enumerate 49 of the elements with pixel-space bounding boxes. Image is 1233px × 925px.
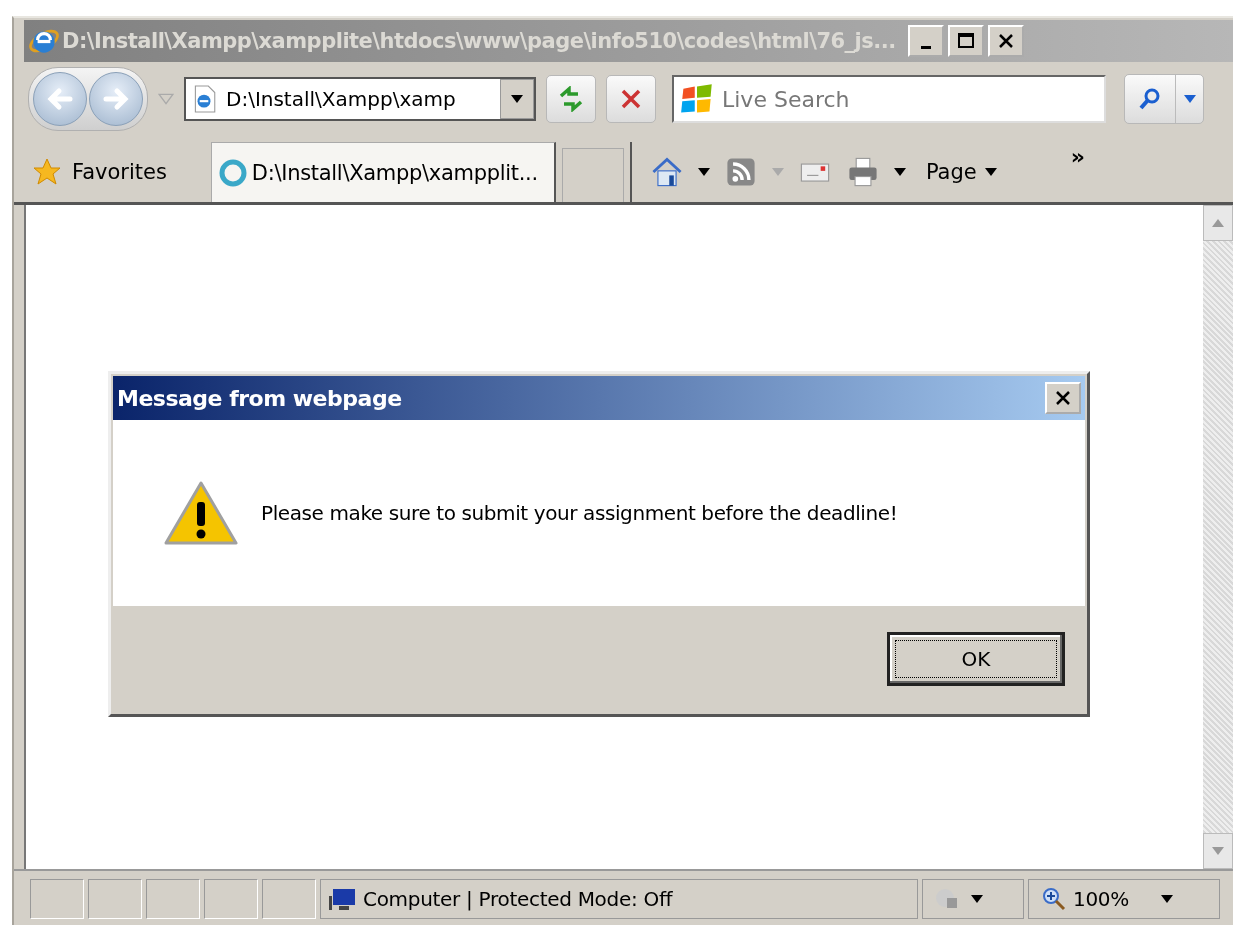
address-dropdown-button[interactable] [500,79,534,119]
close-button[interactable] [987,25,1024,57]
zone-text: Computer | Protected Mode: Off [363,887,673,911]
maximize-button[interactable] [947,25,984,57]
address-text: D:\Install\Xampp\xamp [226,87,457,111]
caret-icon [984,168,997,176]
refresh-button[interactable] [546,75,596,123]
caret-icon [1161,895,1173,903]
ring-icon [217,157,248,188]
stop-button[interactable] [606,75,656,123]
dialog-title: Message from webpage [117,385,402,411]
minimize-icon [920,45,931,49]
monitor-icon [327,886,357,912]
close-button[interactable] [1045,382,1081,414]
caret-icon[interactable] [971,895,983,903]
caret-icon[interactable] [697,168,710,176]
page-menu[interactable]: Page [925,160,997,184]
window-title: D:\Install\Xampp\xampplite\htdocs\www\page\info510\codes\html\76_js... [62,29,896,53]
status-pane [204,879,258,919]
warning-icon [163,480,239,546]
overflow-chevron[interactable]: » [1070,144,1085,169]
caret-icon [1183,95,1196,103]
status-pane [262,879,316,919]
star-icon [32,157,62,187]
scrollbar[interactable] [1203,205,1233,869]
address-field[interactable]: D:\Install\Xampp\xamp [184,77,536,121]
dialog-message: Please make sure to submit your assignment before the deadline! [261,501,898,525]
favorites-button[interactable]: Favorites [32,142,177,202]
search-field[interactable]: Live Search [672,75,1106,123]
minimize-button[interactable] [907,25,944,57]
status-pane [30,879,84,919]
status-pane [146,879,200,919]
zoom-control[interactable]: 100% [1028,879,1220,919]
maximize-icon [955,31,976,51]
security-zone-panel[interactable]: Computer | Protected Mode: Off [320,879,918,919]
status-pane [88,879,142,919]
scroll-down-button[interactable] [1203,833,1233,869]
ok-button[interactable]: OK [887,632,1065,686]
up-arrow-icon [1212,219,1224,227]
browser-tab[interactable]: D:\Install\Xampp\xampplit... [210,142,556,202]
zoom-level: 100% [1073,887,1129,911]
forward-button[interactable] [89,72,143,126]
back-button[interactable] [33,72,87,126]
caret-icon [511,95,523,103]
page-icon [192,85,216,113]
refresh-arrows-icon [558,86,584,112]
caret-icon[interactable] [893,168,906,176]
scroll-up-button[interactable] [1203,205,1233,241]
down-arrow-icon [1212,847,1224,855]
